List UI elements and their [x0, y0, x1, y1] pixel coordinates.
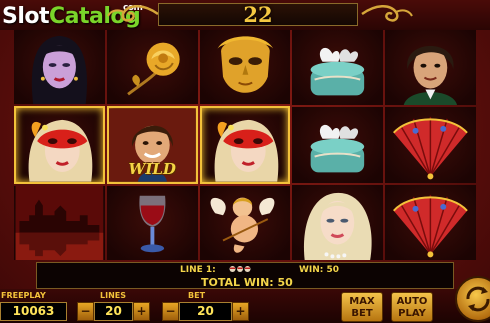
lines-label: LINES [100, 291, 126, 300]
reel-5 [385, 30, 476, 260]
reel-cell-golden-rose [106, 30, 198, 104]
bet-increase-button[interactable]: + [232, 302, 249, 321]
gold-scroll-ornament-right [361, 5, 413, 22]
golden-rose-icon [126, 42, 180, 96]
gold-scroll-ornament-left [107, 5, 159, 22]
reel-cell-cupid [199, 186, 291, 260]
lines-decrease-button[interactable]: − [77, 302, 94, 321]
reel-cell-wine-glass [106, 186, 198, 260]
man-portrait-icon [403, 45, 458, 106]
reel-cell-venice-city [14, 186, 105, 260]
wine-glass-icon [139, 195, 166, 253]
bet-decrease-button[interactable]: − [162, 302, 179, 321]
line-symbol-icons [229, 264, 251, 276]
doves-box-icon [311, 125, 365, 173]
total-win-label: TOTAL WIN: 50 [201, 276, 293, 289]
line-label: LINE 1: [180, 265, 216, 275]
reel-cell-woman-dark-hair [14, 30, 105, 104]
reel-cell-red-fan-2 [385, 184, 476, 260]
reel-cell-golden-mask [199, 30, 291, 104]
red-fan-icon [393, 117, 468, 180]
spin-button[interactable] [455, 276, 490, 322]
reel-cell-red-fan [385, 107, 476, 183]
autoplay-button[interactable]: AUTO PLAY [391, 292, 433, 322]
reel-4 [292, 30, 384, 260]
freeplay-label: FREEPLAY [1, 291, 46, 300]
golden-mask-icon [216, 36, 274, 93]
dark-haired-woman-icon [31, 35, 87, 104]
doves-box-icon [311, 47, 365, 96]
reel-cell-man-portrait [385, 30, 476, 106]
reel-cell-doves-box-2 [292, 107, 384, 183]
spin-arrows-icon [466, 286, 490, 312]
top-bar: SlotCatalog com 22 [0, 0, 490, 30]
bet-value: 20 [179, 302, 232, 321]
reel-cell-venetian-mask-woman-2 [199, 106, 291, 184]
reels-area: WILD [14, 30, 476, 260]
counter-display: 22 [158, 2, 358, 27]
cupid-icon [210, 197, 275, 253]
freeplay-balance: 10063 [0, 302, 67, 321]
reel-1 [14, 30, 105, 260]
reel-cell-blonde-woman [292, 184, 384, 260]
masked-woman-icon [214, 119, 278, 182]
lines-value: 20 [94, 302, 133, 321]
max-bet-button[interactable]: MAX BET [341, 292, 383, 322]
blonde-woman-icon [304, 192, 373, 260]
red-fan-icon [393, 194, 468, 258]
counter-value: 22 [243, 2, 273, 27]
reel-cell-wild-man: WILD [106, 106, 198, 184]
win-info-bar: LINE 1: WIN: 50 TOTAL WIN: 50 [36, 262, 454, 289]
reel-2: WILD [106, 30, 198, 260]
masked-woman-icon [28, 119, 93, 182]
game-stage: SlotCatalog com 22 WILD LINE 1: WIN: 50 … [0, 0, 490, 323]
lines-increase-button[interactable]: + [133, 302, 150, 321]
logo-slot-text: Slot [2, 4, 50, 29]
wild-label: WILD [128, 160, 176, 178]
venice-city-icon [15, 186, 104, 260]
bet-label: BET [188, 291, 206, 300]
masked-woman-mini-icon [229, 266, 251, 272]
line-win-label: WIN: 50 [299, 265, 340, 275]
reel-3 [199, 30, 291, 260]
reel-cell-venetian-mask-woman [14, 106, 105, 184]
reel-cell-doves-box [292, 30, 384, 106]
